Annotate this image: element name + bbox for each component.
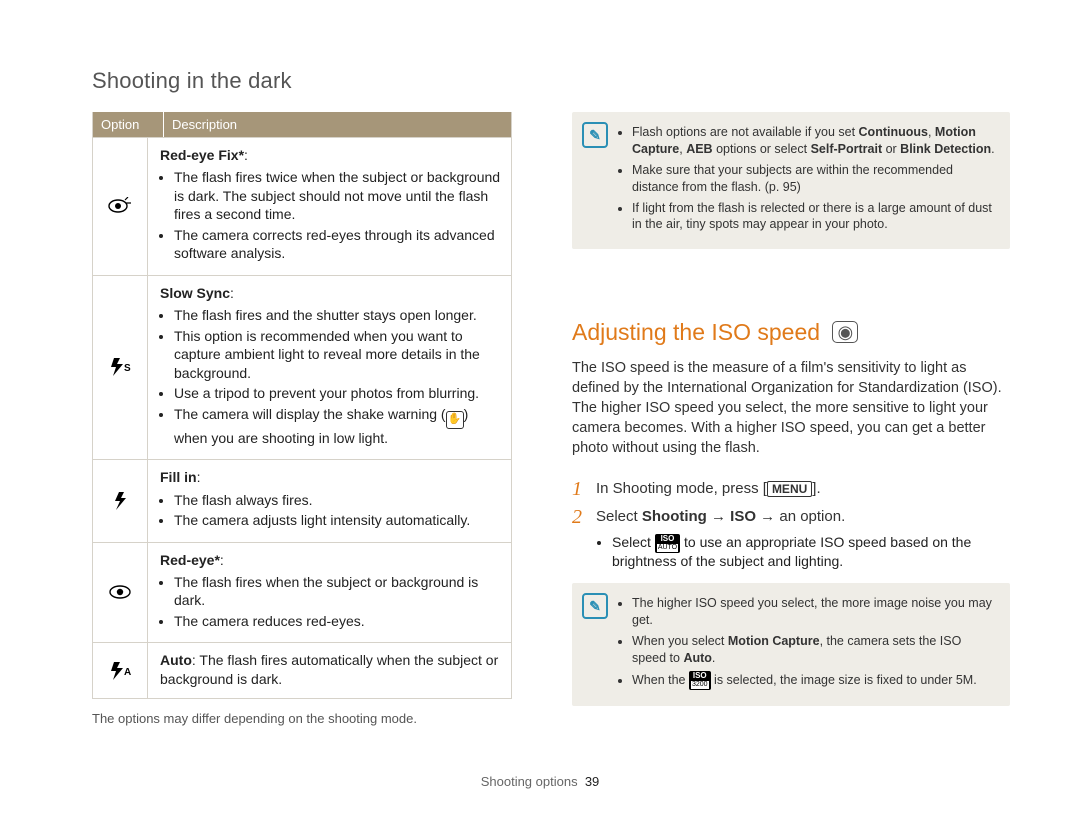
table-row: Red-eye Fix*: The flash fires twice when…: [93, 137, 511, 275]
info-bullet: When the ISO3200 is selected, the image …: [632, 671, 996, 690]
options-table: Option Description Red-eye Fix*:: [92, 112, 512, 699]
step-2-sub: Select ISOAUTO to use an appropriate ISO…: [596, 534, 1010, 569]
option-bullet: The flash fires when the subject or back…: [174, 573, 501, 610]
option-title: Auto: [160, 652, 192, 668]
header-description: Description: [164, 112, 511, 137]
option-bullet: This option is recommended when you want…: [174, 327, 501, 382]
option-bullet: The flash fires twice when the subject o…: [174, 168, 501, 223]
info-bullet: Flash options are not available if you s…: [632, 124, 996, 158]
svg-text:A: A: [124, 667, 131, 678]
option-description: Slow Sync: The flash fires and the shutt…: [148, 276, 511, 459]
menu-button-label: MENU: [767, 481, 812, 497]
step-body: In Shooting mode, press [MENU].: [596, 478, 1010, 500]
iso-heading: Adjusting the ISO speed ◉: [572, 319, 1010, 346]
shake-warning-icon: ✋: [446, 411, 464, 429]
iso-auto-icon: ISOAUTO: [655, 534, 680, 553]
red-eye-fix-icon: [93, 138, 148, 275]
slow-sync-icon: S: [93, 276, 148, 459]
step-2: 2 Select Shooting → ISO → an option.: [572, 506, 1010, 528]
table-row: Red-eye*: The flash fires when the subje…: [93, 542, 511, 643]
manual-page: Shooting in the dark Option Description: [0, 0, 1080, 815]
option-bullet: The flash fires and the shutter stays op…: [174, 306, 501, 324]
option-bullet: The camera will display the shake warnin…: [174, 405, 501, 447]
option-bullet: The flash always fires.: [174, 491, 501, 509]
svg-text:S: S: [124, 363, 131, 374]
table-header: Option Description: [93, 112, 511, 137]
info-icon: ✎: [582, 593, 608, 619]
info-box-bottom: ✎ The higher ISO speed you select, the m…: [572, 583, 1010, 706]
step-1: 1 In Shooting mode, press [MENU].: [572, 478, 1010, 500]
option-title: Red-eye Fix*: [160, 147, 244, 163]
table-footnote: The options may differ depending on the …: [92, 711, 512, 726]
info-bullet: If light from the flash is relected or t…: [632, 200, 996, 234]
info-box-top: ✎ Flash options are not available if you…: [572, 112, 1010, 249]
option-bullet: The camera reduces red-eyes.: [174, 612, 501, 630]
option-title: Fill in: [160, 469, 197, 485]
info-bullet: When you select Motion Capture, the came…: [632, 633, 996, 667]
red-eye-icon: [93, 543, 148, 643]
sub-bullet: Select ISOAUTO to use an appropriate ISO…: [612, 534, 1010, 569]
header-option: Option: [93, 112, 164, 137]
option-description: Red-eye*: The flash fires when the subje…: [148, 543, 511, 643]
info-icon: ✎: [582, 122, 608, 148]
table-row: S Slow Sync: The flash fires and the shu…: [93, 275, 511, 459]
option-bullet: Use a tripod to prevent your photos from…: [174, 384, 501, 402]
step-number: 2: [572, 506, 596, 528]
option-bullet: The camera corrects red-eyes through its…: [174, 226, 501, 263]
auto-flash-icon: A: [93, 643, 148, 698]
table-row: A Auto: The flash fires automatically wh…: [93, 642, 511, 698]
page-footer: Shooting options 39: [0, 774, 1080, 789]
option-title: Red-eye*: [160, 552, 220, 568]
section-title: Shooting in the dark: [92, 68, 1010, 94]
step-number: 1: [572, 478, 596, 500]
option-title: Slow Sync: [160, 285, 230, 301]
page-number: 39: [585, 774, 599, 789]
camera-mode-icon: ◉: [832, 321, 858, 343]
option-description: Red-eye Fix*: The flash fires twice when…: [148, 138, 511, 275]
iso-description: The ISO speed is the measure of a film's…: [572, 358, 1010, 458]
right-column: ✎ Flash options are not available if you…: [572, 112, 1010, 726]
option-description: Auto: The flash fires automatically when…: [148, 643, 511, 698]
info-bullet: The higher ISO speed you select, the mor…: [632, 595, 996, 629]
table-row: Fill in: The flash always fires. The cam…: [93, 459, 511, 541]
option-bullet: The camera adjusts light intensity autom…: [174, 511, 501, 529]
iso-3200-icon: ISO3200: [689, 671, 711, 690]
info-bullet: Make sure that your subjects are within …: [632, 162, 996, 196]
footer-label: Shooting options: [481, 774, 578, 789]
two-column-layout: Option Description Red-eye Fix*:: [92, 112, 1010, 726]
option-inline-text: : The flash fires automatically when the…: [160, 652, 498, 686]
left-column: Option Description Red-eye Fix*:: [92, 112, 512, 726]
steps-list: 1 In Shooting mode, press [MENU]. 2 Sele…: [572, 478, 1010, 528]
fill-in-icon: [93, 460, 148, 541]
step-body: Select Shooting → ISO → an option.: [596, 506, 1010, 528]
option-description: Fill in: The flash always fires. The cam…: [148, 460, 511, 541]
